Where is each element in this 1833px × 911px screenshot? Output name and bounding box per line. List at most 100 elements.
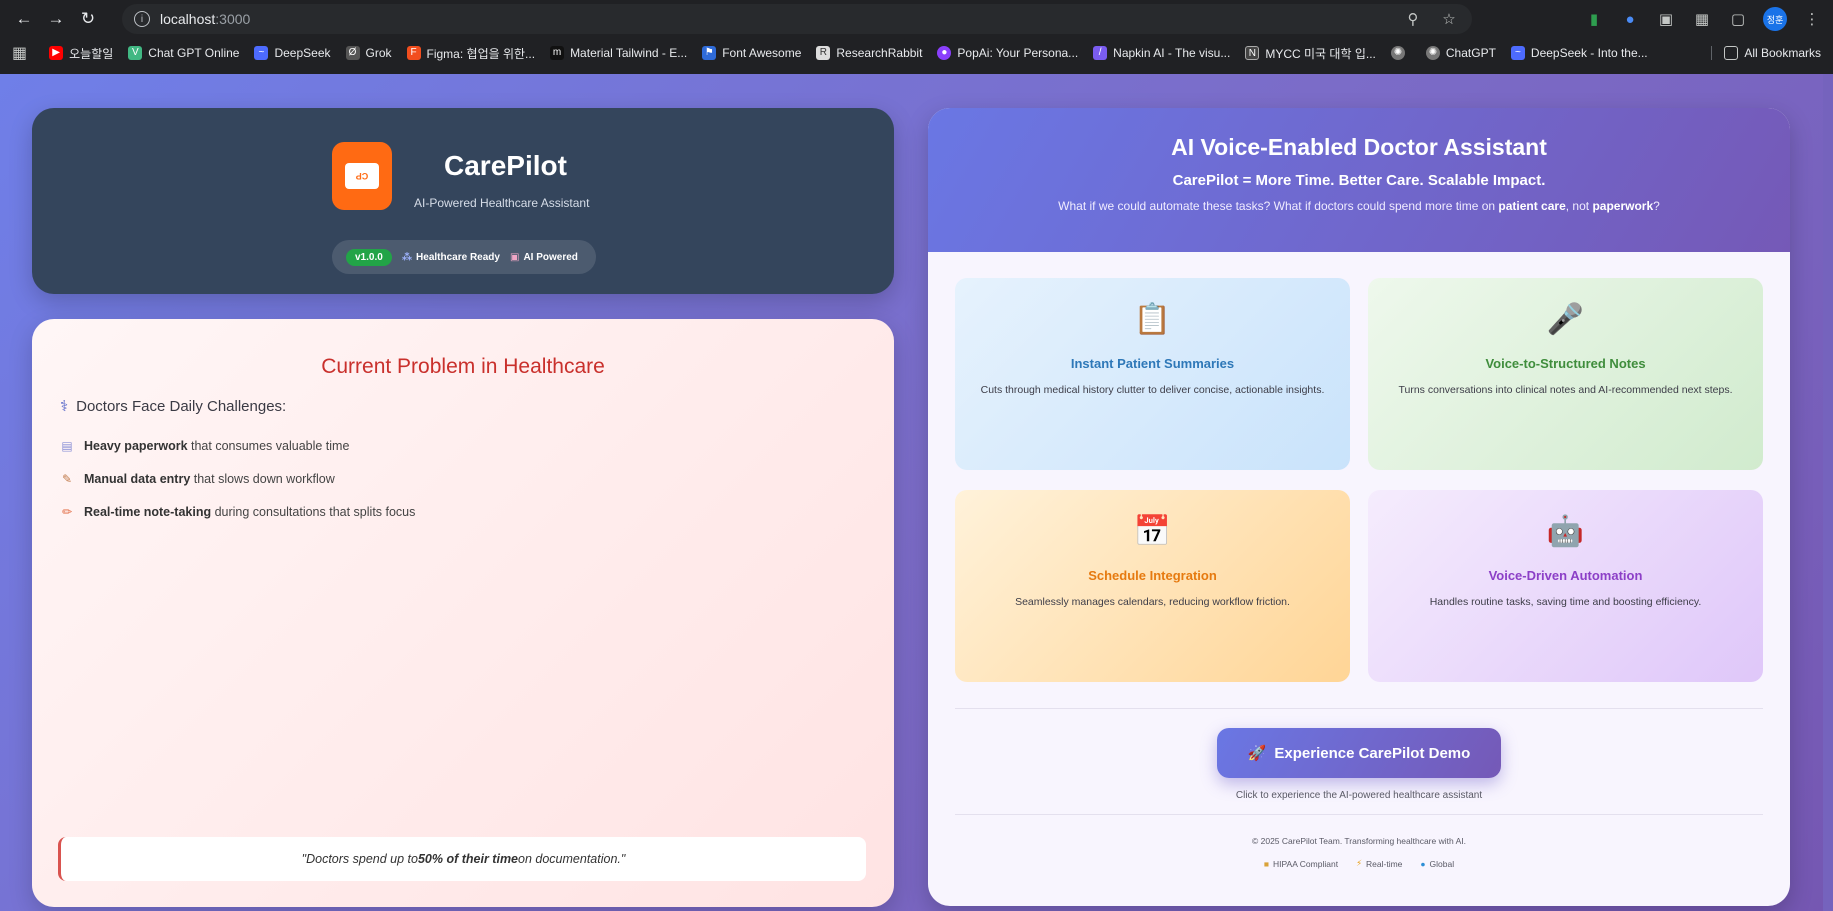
- bookmark-label: PopAi: Your Persona...: [957, 46, 1079, 60]
- chatgpt-icon: ✺: [1390, 46, 1405, 60]
- figma-icon: F: [406, 46, 421, 60]
- extension-drop-icon[interactable]: ●: [1619, 11, 1641, 28]
- back-arrow-icon[interactable]: ←: [10, 5, 38, 33]
- feature-title: Instant Patient Summaries: [1070, 356, 1235, 371]
- document-icon: ▤: [61, 438, 73, 453]
- problem-title: Current Problem in Healthcare: [321, 355, 605, 378]
- bookmark-item[interactable]: ● PopAi: Your Persona...: [937, 46, 1078, 60]
- rocket-icon: 🚀: [1247, 745, 1267, 762]
- feature-description: Seamlessly manages calendars, reducing w…: [1015, 596, 1290, 608]
- bookmark-label: Napkin AI - The visu...: [1113, 46, 1231, 60]
- search-tab-icon[interactable]: ▢: [1727, 10, 1749, 28]
- brand-name: CarePilot: [444, 150, 567, 181]
- deepseek-icon: ~: [1510, 46, 1525, 60]
- stethoscope-icon: ⚕: [60, 398, 69, 415]
- bookmark-item[interactable]: ~ DeepSeek: [254, 46, 331, 60]
- mycc-icon: N: [1245, 46, 1260, 60]
- sparkle-icon: ⁂: [401, 251, 413, 263]
- bookmark-label: Grok: [365, 46, 392, 60]
- bookmark-item[interactable]: ▶ 오늘할일: [49, 45, 113, 62]
- zoom-icon[interactable]: ⚲: [1402, 10, 1424, 28]
- challenge-rest: that consumes valuable time: [187, 438, 350, 453]
- clipboard-icon: 📋: [1133, 303, 1172, 336]
- footer-badges: ■ HIPAA Compliant ⚡ Real-time ● Global: [928, 858, 1790, 869]
- challenges-heading: ⚕ Doctors Face Daily Challenges:: [60, 397, 287, 416]
- challenge-rest: during consultations that splits focus: [211, 504, 416, 519]
- feature-description: Turns conversations into clinical notes …: [1398, 384, 1733, 396]
- list-item: ✏ Real-time note-taking during consultat…: [60, 495, 415, 528]
- robot-icon: 🤖: [1546, 515, 1585, 548]
- logo-mark: CP: [345, 163, 379, 189]
- feature-card-schedule[interactable]: 📅 Schedule Integration Seamlessly manage…: [955, 490, 1350, 682]
- vue-icon: V: [128, 46, 143, 60]
- url-port: :3000: [215, 11, 251, 27]
- bookmark-label: Material Tailwind - E...: [570, 46, 688, 60]
- popai-icon: ●: [937, 46, 952, 60]
- divider: [955, 814, 1763, 815]
- feature-card-voice-notes[interactable]: 🎤 Voice-to-Structured Notes Turns conver…: [1368, 278, 1763, 470]
- all-bookmarks[interactable]: All Bookmarks: [1711, 46, 1821, 60]
- url-host: localhost: [160, 11, 216, 27]
- globe-icon: ●: [1420, 858, 1426, 869]
- bookmark-item[interactable]: m Material Tailwind - E...: [550, 46, 687, 60]
- hipaa-badge: ■ HIPAA Compliant: [1264, 858, 1338, 869]
- assistant-title: AI Voice-Enabled Doctor Assistant: [1171, 134, 1547, 160]
- info-icon[interactable]: i: [134, 11, 150, 27]
- address-bar[interactable]: i localhost:3000 ⚲ ☆: [122, 4, 1472, 34]
- bookmark-label: DeepSeek: [274, 46, 331, 60]
- page-scrollbar[interactable]: [1823, 74, 1833, 911]
- list-item: ▤ Heavy paperwork that consumes valuable…: [60, 429, 415, 462]
- extension-flag-icon[interactable]: ▮: [1583, 10, 1605, 28]
- bookmark-item[interactable]: ⚑ Font Awesome: [702, 46, 801, 60]
- bookmark-item[interactable]: ~ DeepSeek - Into the...: [1510, 46, 1648, 60]
- bookmark-label: DeepSeek - Into the...: [1530, 46, 1648, 60]
- reload-icon[interactable]: ↻: [74, 5, 102, 33]
- healthcare-ready-label: Healthcare Ready: [416, 251, 500, 263]
- bookmark-star-icon[interactable]: ☆: [1438, 10, 1460, 28]
- question-mid: , not: [1565, 199, 1593, 213]
- extension-glasses-icon[interactable]: ▣: [1655, 10, 1677, 28]
- challenge-text: Real-time note-taking during consultatio…: [84, 505, 415, 519]
- bookmark-label: MYCC 미국 대학 입...: [1265, 46, 1376, 61]
- bookmark-item[interactable]: V Chat GPT Online: [128, 46, 239, 60]
- carepilot-logo: CP: [332, 142, 392, 210]
- bookmark-item[interactable]: Ø Grok: [345, 46, 392, 60]
- challenges-heading-text: Doctors Face Daily Challenges:: [76, 397, 287, 415]
- feature-card-patient-summaries[interactable]: 📋 Instant Patient Summaries Cuts through…: [955, 278, 1350, 470]
- browser-toolbar: ← → ↻ i localhost:3000 ⚲ ☆ ▮ ● ▣ ▦ ▢ 정훈 …: [0, 0, 1833, 38]
- deepseek-icon: ~: [254, 46, 269, 60]
- assistant-question: What if we could automate these tasks? W…: [928, 199, 1790, 213]
- grok-icon: Ø: [345, 46, 360, 60]
- healthcare-ready-badge: ⁂ Healthcare Ready: [402, 252, 500, 263]
- bookmark-item[interactable]: R ResearchRabbit: [816, 46, 922, 60]
- problem-card: Current Problem in Healthcare ⚕ Doctors …: [32, 319, 894, 907]
- extensions-puzzle-icon[interactable]: ▦: [1691, 10, 1713, 28]
- assistant-tagline: CarePilot = More Time. Better Care. Scal…: [1172, 172, 1546, 189]
- question-bold-1: patient care: [1498, 199, 1566, 213]
- forward-arrow-icon[interactable]: →: [42, 5, 70, 33]
- feature-description: Handles routine tasks, saving time and b…: [1429, 596, 1702, 608]
- bookmarks-bar: ▦ ▶ 오늘할일 V Chat GPT Online ~ DeepSeek Ø Grok…: [0, 38, 1833, 68]
- apps-grid-icon[interactable]: ▦: [12, 43, 27, 63]
- microphone-icon: 🎤: [1546, 303, 1585, 336]
- rabbit-icon: R: [816, 46, 831, 60]
- experience-demo-button[interactable]: 🚀 Experience CarePilot Demo: [1217, 728, 1501, 778]
- youtube-icon: ▶: [49, 46, 64, 60]
- browser-chrome: ← → ↻ i localhost:3000 ⚲ ☆ ▮ ● ▣ ▦ ▢ 정훈 …: [0, 0, 1833, 74]
- robot-icon: ▣: [509, 251, 520, 263]
- bookmark-item[interactable]: ✺: [1390, 46, 1411, 60]
- bookmark-item[interactable]: N MYCC 미국 대학 입...: [1245, 45, 1376, 62]
- bookmark-item[interactable]: / Napkin AI - The visu...: [1093, 46, 1230, 60]
- profile-avatar[interactable]: 정훈: [1763, 7, 1787, 31]
- challenge-text: Manual data entry that slows down workfl…: [84, 472, 335, 486]
- feature-card-automation[interactable]: 🤖 Voice-Driven Automation Handles routin…: [1368, 490, 1763, 682]
- challenge-bold: Real-time note-taking: [84, 504, 212, 519]
- bookmark-item[interactable]: ✺ ChatGPT: [1425, 46, 1496, 60]
- demo-hint: Click to experience the AI-powered healt…: [1235, 790, 1483, 801]
- list-item: ✎ Manual data entry that slows down work…: [60, 462, 415, 495]
- demo-button-label: Experience CarePilot Demo: [1274, 744, 1471, 762]
- menu-kebab-icon[interactable]: ⋮: [1801, 10, 1823, 28]
- brand-card: CP CarePilot AI-Powered Healthcare Assis…: [32, 108, 894, 294]
- bookmark-item[interactable]: F Figma: 협업을 위한...: [406, 45, 535, 62]
- bookmark-label: ResearchRabbit: [836, 46, 923, 60]
